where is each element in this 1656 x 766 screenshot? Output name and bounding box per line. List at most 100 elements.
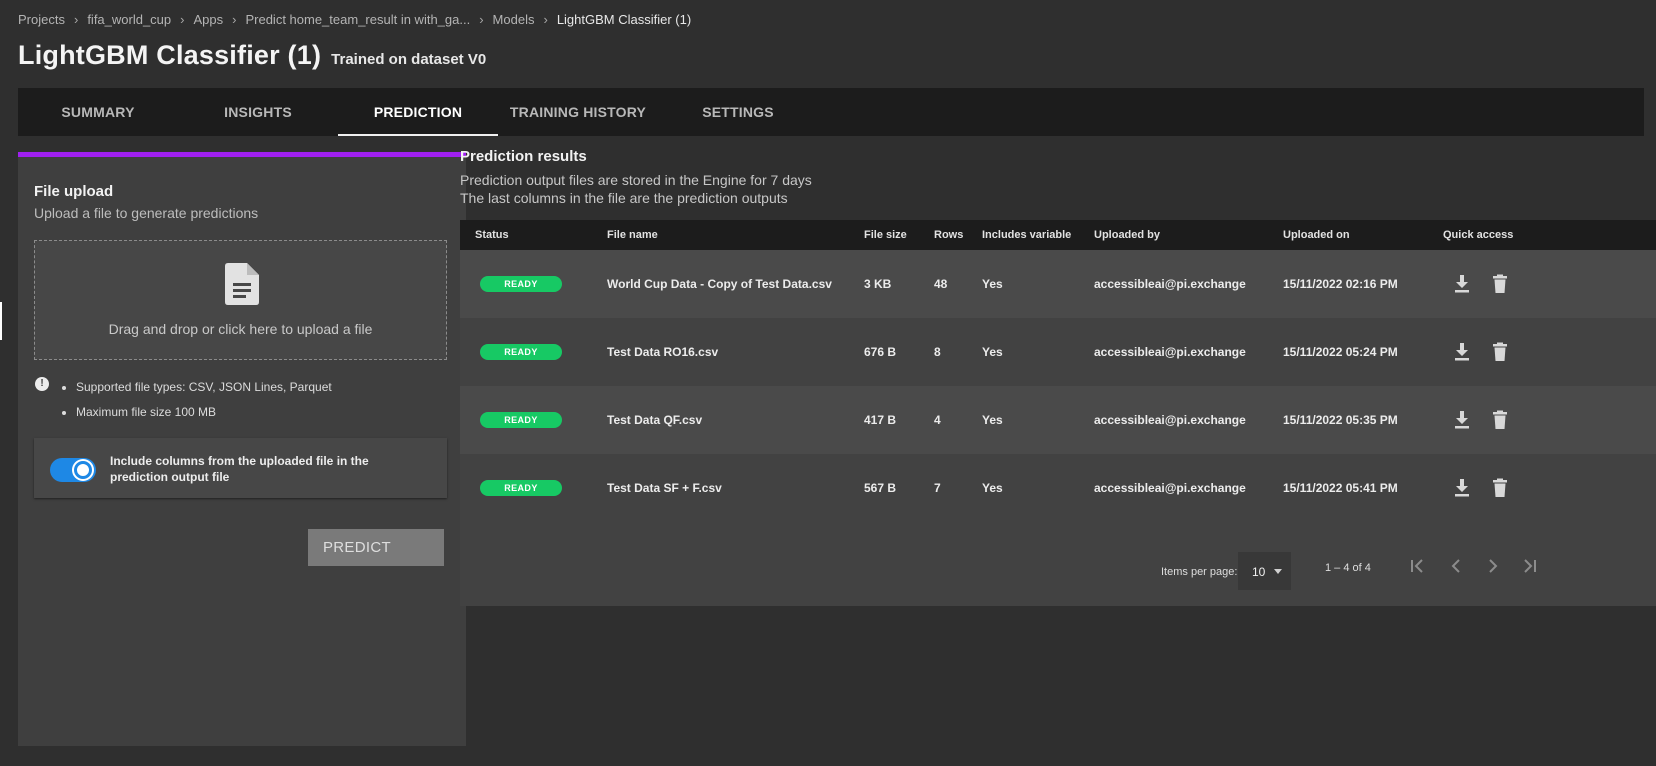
predict-button[interactable]: PREDICT <box>308 529 444 566</box>
tab-bar: SUMMARY INSIGHTS PREDICTION TRAINING HIS… <box>18 88 1644 136</box>
include-columns-toggle[interactable] <box>50 458 96 482</box>
file-upload-subtitle: Upload a file to generate predictions <box>34 205 259 221</box>
chevron-right-icon: › <box>232 11 237 27</box>
toggle-knob <box>74 461 92 479</box>
title-row: LightGBM Classifier (1) Trained on datas… <box>18 40 486 71</box>
include-columns-label: Include columns from the uploaded file i… <box>110 454 369 484</box>
file-size-cell: 417 B <box>864 413 897 427</box>
page-subtitle: Trained on dataset V0 <box>331 51 487 68</box>
uploaded-by-cell: accessibleai@pi.exchange <box>1094 413 1246 427</box>
results-desc-line-2: The last columns in the file are the pre… <box>460 190 788 206</box>
results-desc-line-1: Prediction output files are stored in th… <box>460 172 812 188</box>
breadcrumb-current: LightGBM Classifier (1) <box>556 11 692 27</box>
col-file-size: File size <box>864 229 907 241</box>
file-requirements-list: Supported file types: CSV, JSON Lines, P… <box>76 375 332 425</box>
uploaded-by-cell: accessibleai@pi.exchange <box>1094 481 1246 495</box>
trash-icon[interactable] <box>1491 274 1509 294</box>
breadcrumb-projects[interactable]: Projects <box>18 12 65 27</box>
chevron-right-icon: › <box>180 11 185 27</box>
trash-icon[interactable] <box>1491 478 1509 498</box>
tab-prediction[interactable]: PREDICTION <box>338 88 498 136</box>
trash-icon[interactable] <box>1491 342 1509 362</box>
file-name-cell: World Cup Data - Copy of Test Data.csv <box>607 277 832 291</box>
chevron-right-icon: › <box>73 11 79 27</box>
results-table: Status File name File size Rows Includes… <box>460 220 1656 606</box>
includes-cell: Yes <box>982 277 1003 291</box>
info-icon: ! <box>35 377 49 391</box>
status-badge: READY <box>480 480 562 496</box>
file-dropzone[interactable]: Drag and drop or click here to upload a … <box>34 240 447 360</box>
file-size-cell: 676 B <box>864 345 897 359</box>
uploaded-on-cell: 15/11/2022 05:35 PM <box>1283 413 1398 427</box>
rows-cell: 48 <box>934 277 948 291</box>
breadcrumb-models[interactable]: Models <box>493 12 535 27</box>
prediction-results-description: Prediction output files are stored in th… <box>460 171 812 207</box>
table-row: READY Test Data RO16.csv 676 B 8 Yes acc… <box>460 318 1656 386</box>
page-title: LightGBM Classifier (1) <box>18 40 322 70</box>
last-page-icon[interactable] <box>1518 554 1542 578</box>
file-name-cell: Test Data SF + F.csv <box>607 481 722 495</box>
previous-page-icon[interactable] <box>1444 554 1468 578</box>
uploaded-on-cell: 15/11/2022 02:16 PM <box>1283 277 1398 291</box>
max-size-item: Maximum file size 100 MB <box>76 400 332 425</box>
dropzone-text: Drag and drop or click here to upload a … <box>108 321 373 337</box>
rows-cell: 8 <box>934 345 941 359</box>
col-quick-access: Quick access <box>1443 229 1514 241</box>
table-header: Status File name File size Rows Includes… <box>460 220 1656 250</box>
chevron-right-icon: › <box>543 11 548 27</box>
file-upload-title: File upload <box>34 183 114 200</box>
items-per-page-value: 10 <box>1252 565 1266 579</box>
col-status: Status <box>475 229 509 241</box>
rows-cell: 7 <box>934 481 941 495</box>
table-row: READY Test Data SF + F.csv 567 B 7 Yes a… <box>460 454 1656 522</box>
file-size-cell: 3 KB <box>864 277 892 291</box>
tab-settings[interactable]: SETTINGS <box>658 88 818 136</box>
uploaded-on-cell: 15/11/2022 05:41 PM <box>1283 481 1398 495</box>
tab-training-history[interactable]: TRAINING HISTORY <box>498 88 658 136</box>
prediction-results-title: Prediction results <box>460 148 587 165</box>
breadcrumb: Projects › fifa_world_cup › Apps › Predi… <box>18 10 691 28</box>
include-columns-card: Include columns from the uploaded file i… <box>34 438 447 498</box>
includes-cell: Yes <box>982 345 1003 359</box>
page-range-label: 1 – 4 of 4 <box>1325 562 1371 574</box>
supported-types-item: Supported file types: CSV, JSON Lines, P… <box>76 375 332 400</box>
left-edge-marker <box>0 302 2 340</box>
paginator: Items per page: 10 1 – 4 of 4 <box>460 522 1656 606</box>
breadcrumb-project[interactable]: fifa_world_cup <box>87 12 171 27</box>
status-badge: READY <box>480 276 562 292</box>
uploaded-by-cell: accessibleai@pi.exchange <box>1094 277 1246 291</box>
file-upload-panel: File upload Upload a file to generate pr… <box>18 152 466 746</box>
breadcrumb-apps[interactable]: Apps <box>193 12 223 27</box>
download-icon[interactable] <box>1453 478 1471 498</box>
chevron-right-icon: › <box>479 11 484 27</box>
includes-cell: Yes <box>982 413 1003 427</box>
trash-icon[interactable] <box>1491 410 1509 430</box>
file-name-cell: Test Data RO16.csv <box>607 345 719 359</box>
items-per-page-label: Items per page: <box>1161 566 1238 578</box>
download-icon[interactable] <box>1453 274 1471 294</box>
col-includes-variable: Includes variable <box>982 229 1072 241</box>
tab-summary[interactable]: SUMMARY <box>18 88 178 136</box>
col-rows: Rows <box>934 229 964 241</box>
download-icon[interactable] <box>1453 410 1471 430</box>
caret-down-icon <box>1274 569 1282 574</box>
breadcrumb-app[interactable]: Predict home_team_result in with_ga... <box>245 12 470 27</box>
file-size-cell: 567 B <box>864 481 897 495</box>
includes-cell: Yes <box>982 481 1003 495</box>
uploaded-by-cell: accessibleai@pi.exchange <box>1094 345 1246 359</box>
tab-insights[interactable]: INSIGHTS <box>178 88 338 136</box>
next-page-icon[interactable] <box>1481 554 1505 578</box>
status-badge: READY <box>480 344 562 360</box>
uploaded-on-cell: 15/11/2022 05:24 PM <box>1283 345 1398 359</box>
status-badge: READY <box>480 412 562 428</box>
table-row: READY World Cup Data - Copy of Test Data… <box>460 250 1656 318</box>
document-icon <box>225 263 259 305</box>
col-uploaded-on: Uploaded on <box>1283 229 1350 241</box>
items-per-page-select[interactable]: 10 <box>1238 552 1291 590</box>
col-uploaded-by: Uploaded by <box>1094 229 1161 241</box>
col-file-name: File name <box>607 229 658 241</box>
first-page-icon[interactable] <box>1405 554 1429 578</box>
rows-cell: 4 <box>934 413 941 427</box>
table-row: READY Test Data QF.csv 417 B 4 Yes acces… <box>460 386 1656 454</box>
download-icon[interactable] <box>1453 342 1471 362</box>
